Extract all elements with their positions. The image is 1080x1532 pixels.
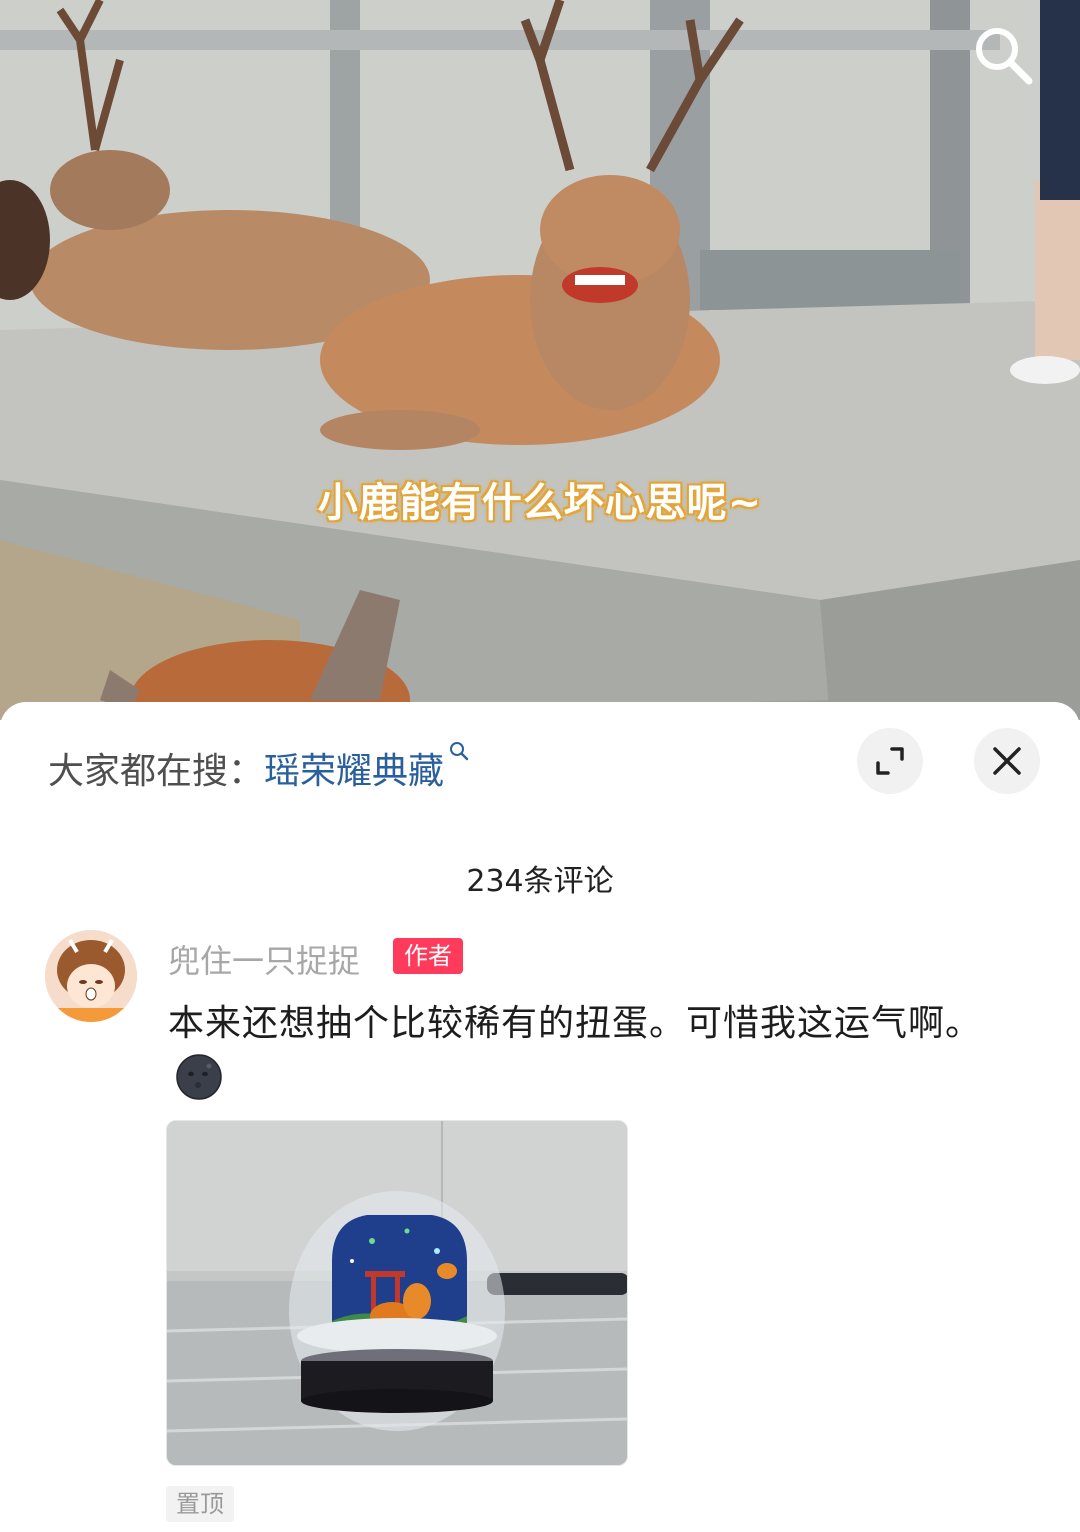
comment-text: 本来还想抽个比较稀有的扭蛋。可惜我这运气啊。 <box>168 1003 983 1044</box>
comment-count: 234条评论 <box>466 864 614 899</box>
author-badge: 作者 <box>393 938 463 974</box>
hot-search-bar[interactable]: 大家都在搜： 瑶荣耀典藏 <box>48 742 470 794</box>
hot-search-keyword[interactable]: 瑶荣耀典藏 <box>264 742 444 794</box>
avatar[interactable] <box>45 930 137 1022</box>
close-button[interactable] <box>974 728 1040 794</box>
video-frame-deer-scene <box>0 0 1080 720</box>
comment-image-snow-globe[interactable] <box>166 1120 628 1466</box>
hot-search-prefix: 大家都在搜： <box>48 751 265 792</box>
comment-username[interactable]: 兜住一只捉捉 <box>168 936 360 982</box>
expand-button[interactable] <box>857 728 923 794</box>
search-icon <box>976 28 1033 85</box>
comment-body[interactable]: 本来还想抽个比较稀有的扭蛋。可惜我这运气啊。 <box>168 996 1008 1108</box>
comment-sheet: 大家都在搜： 瑶荣耀典藏 234条评论 兜住一只捉捉 作者 本来还想抽个比较稀有… <box>0 702 1080 1532</box>
pinned-badge: 置顶 <box>166 1486 234 1522</box>
expand-icon <box>876 747 904 775</box>
video-player[interactable]: 小鹿能有什么坏心思呢~ <box>0 0 1080 720</box>
avatar-illustration <box>45 930 137 1022</box>
video-search-button[interactable] <box>968 20 1038 90</box>
keyword-search-icon <box>450 742 469 761</box>
snow-globe-photo <box>167 1121 627 1465</box>
video-subtitle: 小鹿能有什么坏心思呢~ <box>317 480 763 526</box>
new-moon-face-emoji <box>176 1054 222 1100</box>
close-icon <box>993 747 1021 775</box>
